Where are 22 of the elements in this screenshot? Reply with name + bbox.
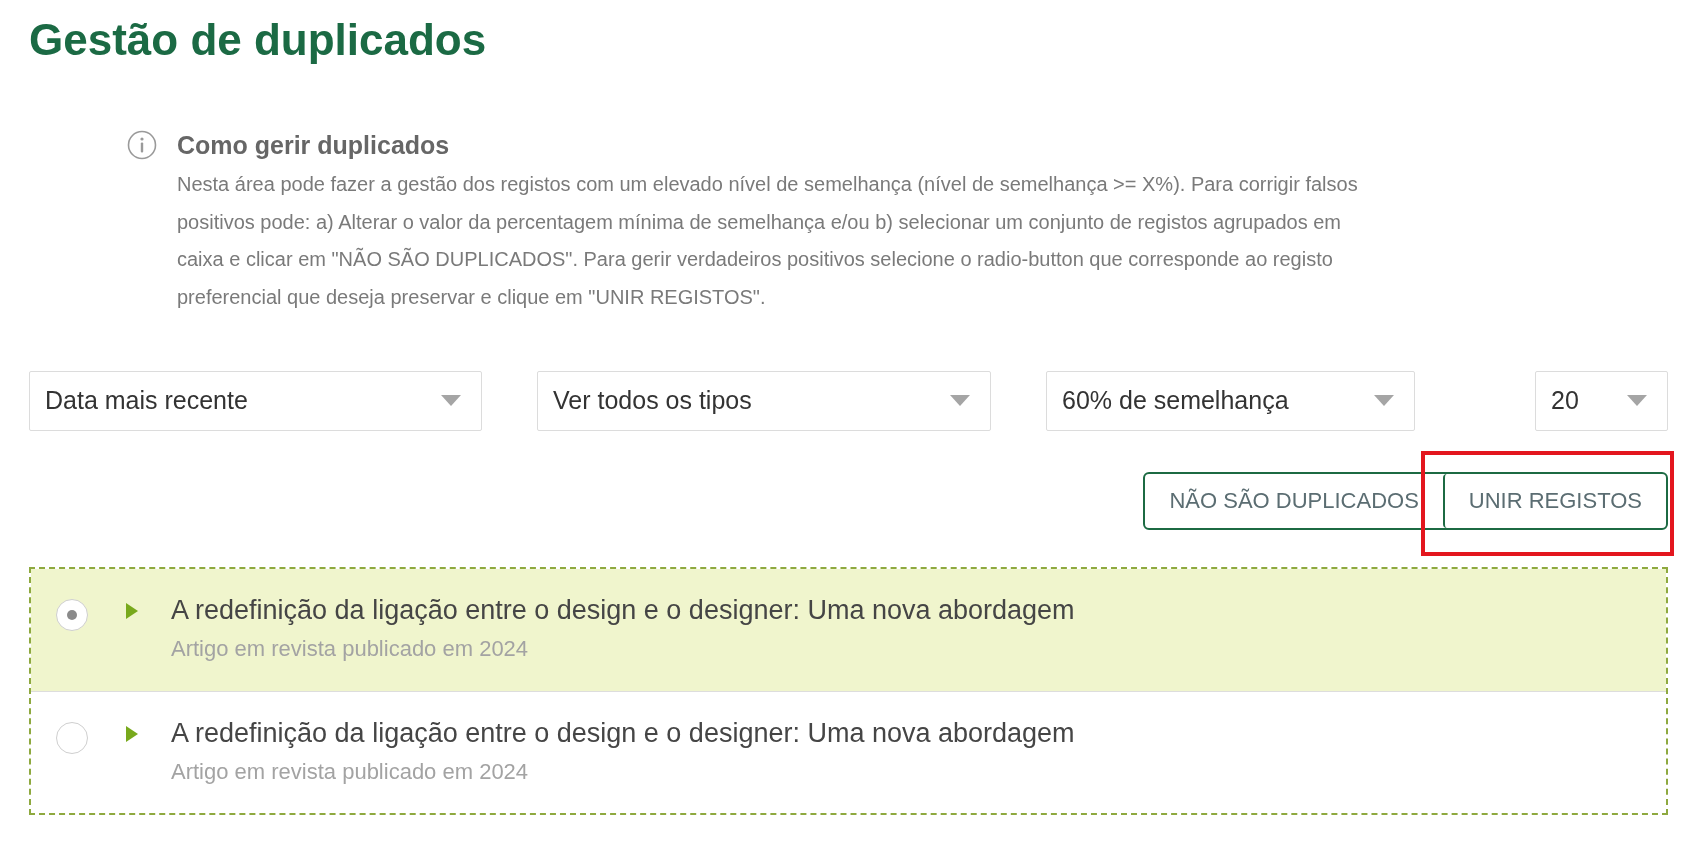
page-size-dropdown[interactable]: 20: [1535, 370, 1668, 431]
caret-icon: [950, 395, 970, 407]
info-text: Nesta área pode fazer a gestão dos registos com um elevado nível de semelhança (nível de semelhança >= X%). Para corrigir falsos positivos pode: a) Alterar o valor da percentagem mínima de semelhança e/ou b) selecionar um conjunto de registos agrupados em caixa e clicar em "NÃO SÃO DUPLICADOS". Para gerir verdadeiros positivos selecione o radio-button que corresponde ao registo preferencial que deseja preservar e clique em "UNIR REGISTOS".: [177, 172, 1359, 311]
radio-button[interactable]: [56, 721, 88, 754]
info-heading: Como gerir duplicados: [177, 130, 451, 160]
sort-dropdown[interactable]: Data mais recente: [29, 370, 482, 431]
caret-icon: [1627, 395, 1647, 407]
record-title: A redefinição da ligação entre o design e o designer: Uma nova abordagem: [171, 593, 1075, 626]
not-duplicates-button[interactable]: NÃO SÃO DUPLICADOS: [1145, 473, 1443, 528]
type-dropdown[interactable]: Ver todos os tipos: [537, 370, 991, 431]
caret-icon: [1374, 395, 1394, 407]
expand-triangle-icon[interactable]: [126, 602, 138, 619]
record-subtitle: Artigo em revista publicado em 2024: [171, 635, 530, 662]
similarity-dropdown[interactable]: 60% de semelhança: [1046, 370, 1415, 431]
radio-button[interactable]: [56, 598, 88, 631]
record-subtitle: Artigo em revista publicado em 2024: [171, 758, 530, 785]
merge-records-button[interactable]: UNIR REGISTOS: [1442, 473, 1666, 528]
caret-icon: [441, 395, 461, 407]
info-icon: [127, 130, 157, 160]
expand-triangle-icon[interactable]: [126, 725, 138, 742]
record-title: A redefinição da ligação entre o design e o designer: Uma nova abordagem: [171, 716, 1075, 749]
page-title: Gestão de duplicados: [29, 14, 487, 66]
